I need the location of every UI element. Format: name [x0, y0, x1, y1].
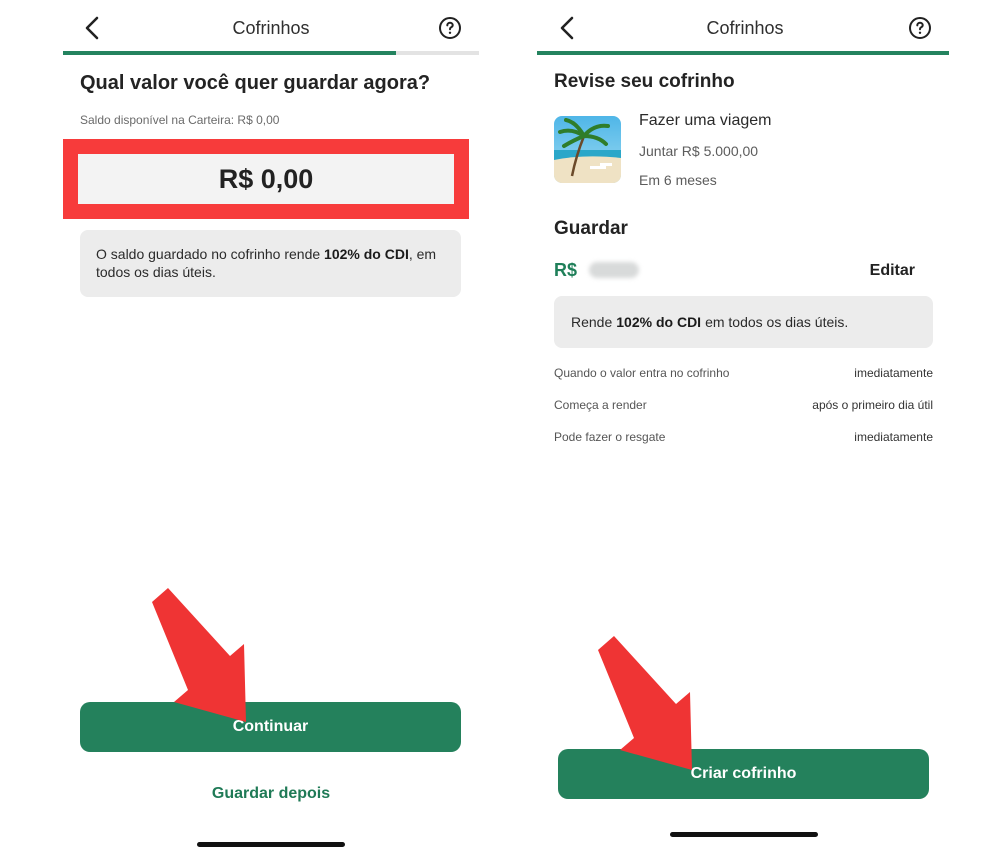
help-button[interactable]: [438, 16, 462, 40]
rate-info-box: Rende 102% do CDI em todos os dias úteis.: [554, 296, 933, 348]
header: Cofrinhos: [60, 0, 482, 55]
available-balance: Saldo disponível na Carteira: R$ 0,00: [80, 113, 280, 127]
detail-label: Pode fazer o resgate: [554, 430, 666, 444]
header-title: Cofrinhos: [706, 18, 784, 38]
goal-name: Fazer uma viagem: [639, 112, 772, 129]
rate-prefix: Rende: [571, 314, 613, 330]
detail-row: Começa a render após o primeiro dia útil: [554, 398, 933, 412]
detail-row: Pode fazer o resgate imediatamente: [554, 430, 933, 444]
detail-value: imediatamente: [854, 430, 933, 444]
detail-label: Começa a render: [554, 398, 647, 412]
yield-info-box: O saldo guardado no cofrinho rende 102% …: [80, 230, 461, 297]
help-button[interactable]: [908, 16, 932, 40]
edit-button[interactable]: Editar: [870, 262, 915, 280]
goal-image: [554, 116, 621, 183]
yield-info-text: O saldo guardado no cofrinho rende: [96, 246, 325, 262]
save-amount-currency: R$: [554, 260, 578, 280]
save-amount-blurred: [589, 262, 639, 278]
yield-info-rate: 102% do CDI: [324, 246, 409, 262]
goal-amount: Juntar R$ 5.000,00: [639, 143, 759, 159]
home-indicator: [197, 842, 345, 847]
progress-bar-fill: [537, 51, 949, 55]
review-savings-screen: Cofrinhos Revise seu cofrinho Fazer uma …: [535, 0, 955, 856]
detail-label: Quando o valor entra no cofrinho: [554, 366, 730, 380]
amount-highlight-box: R$ 0,00: [63, 139, 469, 219]
detail-value: imediatamente: [854, 366, 933, 380]
create-savings-button[interactable]: Criar cofrinho: [558, 749, 929, 799]
progress-bar-fill: [63, 51, 396, 55]
progress-bar: [537, 51, 949, 55]
savings-amount-screen: Cofrinhos Qual valor você quer guardar a…: [60, 0, 482, 856]
question-circle-icon: [439, 17, 461, 39]
detail-row: Quando o valor entra no cofrinho imediat…: [554, 366, 933, 380]
save-later-link[interactable]: Guardar depois: [60, 785, 482, 803]
goal-deadline: Em 6 meses: [639, 172, 717, 188]
section-title-save: Guardar: [554, 218, 628, 239]
amount-input[interactable]: R$ 0,00: [78, 154, 454, 204]
progress-bar: [63, 51, 479, 55]
rate-value: 102% do CDI: [616, 314, 702, 330]
beach-photo-icon: [554, 116, 621, 183]
page-title: Revise seu cofrinho: [554, 71, 735, 92]
question-circle-icon: [909, 17, 931, 39]
page-title: Qual valor você quer guardar agora?: [80, 72, 431, 94]
header: Cofrinhos: [535, 0, 955, 55]
continue-button[interactable]: Continuar: [80, 702, 461, 752]
detail-value: após o primeiro dia útil: [812, 398, 933, 412]
home-indicator: [670, 832, 818, 837]
header-title: Cofrinhos: [232, 18, 310, 38]
rate-suffix: em todos os dias úteis.: [705, 314, 849, 330]
